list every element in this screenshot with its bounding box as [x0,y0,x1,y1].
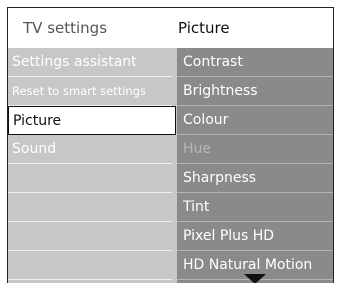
empty-row [8,222,172,251]
page-title: Picture [178,19,230,37]
empty-row [8,251,172,280]
breadcrumb-parent: TV settings [23,19,108,37]
submenu-item-tint[interactable]: Tint [177,193,333,222]
menu-item-sound[interactable]: Sound [8,135,172,164]
submenu-item-sharpness[interactable]: Sharpness [177,164,333,193]
submenu-item-hue: Hue [177,135,333,164]
left-menu-column: Settings assistant Reset to smart settin… [8,48,176,283]
tv-settings-menu: TV settings Picture Settings assistant R… [0,0,338,283]
menu-item-reset-to-smart-settings[interactable]: Reset to smart settings [8,77,172,106]
menu-body: Settings assistant Reset to smart settin… [7,48,334,283]
submenu-column: Contrast Brightness Colour Hue Sharpness… [177,48,333,283]
submenu-item-brightness[interactable]: Brightness [177,77,333,106]
menu-item-picture[interactable]: Picture [8,106,176,135]
empty-row [8,193,172,222]
submenu-item-pixel-plus-hd[interactable]: Pixel Plus HD [177,222,333,251]
scroll-down-arrow-icon[interactable] [244,274,266,283]
menu-header: TV settings Picture [7,7,334,48]
empty-row [8,164,172,193]
submenu-item-colour[interactable]: Colour [177,106,333,135]
menu-item-settings-assistant[interactable]: Settings assistant [8,48,172,77]
submenu-item-contrast[interactable]: Contrast [177,48,333,77]
